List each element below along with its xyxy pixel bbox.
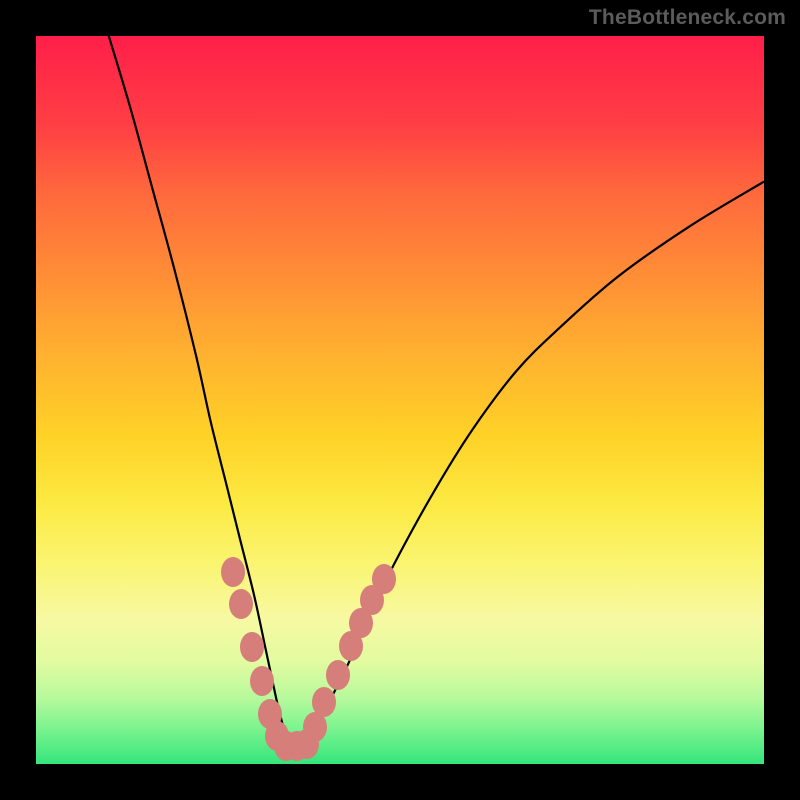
- curve-svg: [36, 36, 764, 764]
- bottleneck-curve: [109, 36, 764, 751]
- curve-marker: [372, 564, 396, 594]
- curve-marker: [250, 666, 274, 696]
- plot-area: [36, 36, 764, 764]
- curve-marker: [312, 687, 336, 717]
- curve-marker: [326, 660, 350, 690]
- chart-frame: TheBottleneck.com: [0, 0, 800, 800]
- watermark-text: TheBottleneck.com: [589, 6, 786, 30]
- curve-marker: [221, 557, 245, 587]
- curve-marker: [240, 632, 264, 662]
- curve-marker: [229, 589, 253, 619]
